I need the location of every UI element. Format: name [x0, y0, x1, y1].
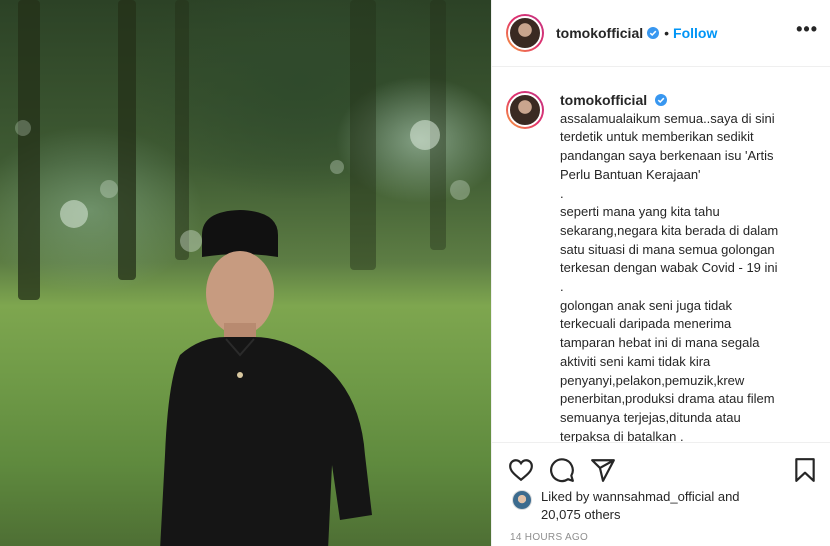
caption-line: terkesan dengan wabak Covid - 19 ini	[560, 260, 778, 276]
bookmark-icon[interactable]	[792, 457, 818, 483]
likes-and: and	[717, 489, 740, 504]
caption-area: tomokofficial assalamualaikum semua..say…	[492, 67, 830, 442]
post-panel: tomokofficial • Follow ••• tomokofficial	[491, 0, 830, 546]
person-figure	[160, 210, 372, 546]
caption-line: terkecuali daripada menerima	[560, 316, 732, 332]
post-timestamp[interactable]: 14 HOURS AGO	[510, 532, 588, 543]
caption-line: terdetik untuk memberikan sedikit	[560, 129, 754, 145]
caption-avatar[interactable]	[506, 91, 544, 129]
header-username[interactable]: tomokofficial	[556, 25, 643, 41]
caption-line: aktiviti seni kami tidak kira	[560, 353, 711, 369]
caption-body: tomokofficial assalamualaikum semua..say…	[560, 91, 808, 442]
caption-line: penyanyi,pelakon,pemuzik,krew	[560, 372, 745, 388]
caption-line: terpaksa di batalkan .	[560, 428, 684, 442]
share-icon[interactable]	[590, 457, 616, 483]
caption-line: .	[560, 185, 564, 201]
caption-line: assalamualaikum semua..saya di sini	[560, 110, 775, 126]
more-options-icon[interactable]: •••	[796, 20, 818, 38]
caption-line: .	[560, 279, 564, 295]
heart-icon[interactable]	[508, 457, 534, 483]
follow-button[interactable]: Follow	[673, 25, 717, 41]
likes-summary: Liked by wannsahmad_official and 20,075 …	[510, 488, 820, 524]
likes-prefix: Liked by	[541, 489, 590, 504]
post-header: tomokofficial • Follow •••	[492, 0, 830, 67]
caption-line: seperti mana yang kita tahu	[560, 204, 720, 220]
caption-username[interactable]: tomokofficial	[560, 91, 808, 110]
caption-line: golongan anak seni juga tidak	[560, 297, 733, 313]
caption-line: tamparan hebat ini di mana segala	[560, 335, 760, 351]
profile-avatar[interactable]	[506, 14, 544, 52]
caption-line: pandangan saya berkenaan isu 'Artis	[560, 148, 774, 164]
caption-line: penerbitan,produksi drama atau filem	[560, 391, 775, 407]
separator-dot: •	[664, 25, 670, 41]
likes-count[interactable]: 20,075 others	[541, 507, 621, 522]
comment-icon[interactable]	[549, 457, 575, 483]
liker-username[interactable]: wannsahmad_official	[593, 489, 714, 504]
caption-line: Perlu Bantuan Kerajaan'	[560, 166, 701, 182]
caption-line: satu situasi di mana semua golongan	[560, 241, 775, 257]
caption-line: sekarang,negara kita berada di dalam	[560, 222, 779, 238]
verified-icon	[647, 27, 660, 39]
verified-icon	[655, 94, 668, 106]
action-bar	[492, 442, 830, 492]
liker-avatar[interactable]	[512, 490, 532, 510]
post-photo[interactable]	[0, 0, 491, 546]
caption-line: semuanya terjejas,ditunda atau	[560, 409, 741, 425]
